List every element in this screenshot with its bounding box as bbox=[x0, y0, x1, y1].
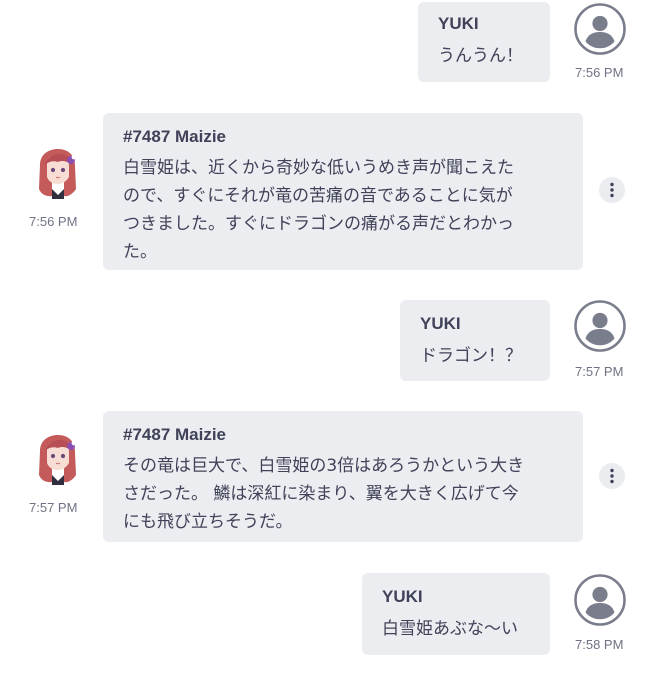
message-bubble: YUKI ドラゴン！？ bbox=[400, 300, 550, 381]
message-bubble: #7487 Maizie その竜は巨大で、白雪姫の3倍はあろうかという大き さだ… bbox=[103, 411, 583, 542]
more-vertical-icon bbox=[610, 182, 614, 198]
message-timestamp: 7:57 PM bbox=[29, 500, 78, 515]
user-avatar-icon bbox=[574, 300, 626, 352]
message-line: その竜は巨大で、白雪姫の3倍はあろうかという大き bbox=[123, 456, 525, 476]
message-text: 白雪姫あぶな〜い bbox=[382, 619, 518, 639]
message-text: うんうん！ bbox=[438, 46, 523, 66]
more-options-button[interactable] bbox=[599, 463, 625, 489]
message-line: 白雪姫は、近くから奇妙な低いうめき声が聞こえた bbox=[123, 158, 514, 178]
message-user: YUKI ドラゴン！？ 7:57 PM bbox=[0, 290, 656, 390]
message-timestamp: 7:57 PM bbox=[575, 364, 624, 379]
message-text: ドラゴン！？ bbox=[420, 346, 522, 366]
more-options-button[interactable] bbox=[599, 177, 625, 203]
anime-girl-avatar bbox=[39, 149, 77, 199]
message-text: 白雪姫は、近くから奇妙な低いうめき声が聞こえた ので、すぐにそれが竜の苦痛の音で… bbox=[123, 154, 583, 266]
sender-name: YUKI bbox=[382, 587, 423, 606]
message-timestamp: 7:56 PM bbox=[575, 65, 624, 80]
message-timestamp: 7:58 PM bbox=[575, 637, 624, 652]
message-user: YUKI 白雪姫あぶな〜い 7:58 PM bbox=[0, 560, 656, 680]
message-bubble: #7487 Maizie 白雪姫は、近くから奇妙な低いうめき声が聞こえた ので、… bbox=[103, 113, 583, 270]
message-line: た。 bbox=[123, 242, 157, 262]
message-user: YUKI うんうん！ 7:56 PM bbox=[0, 0, 656, 90]
message-line: にも飛び立ちそうだ。 bbox=[123, 512, 293, 532]
sender-name: #7487 Maizie bbox=[123, 425, 227, 444]
message-bot: 7:56 PM #7487 Maizie 白雪姫は、近くから奇妙な低いうめき声が… bbox=[0, 100, 656, 280]
sender-name: #7487 Maizie bbox=[123, 127, 227, 146]
anime-girl-avatar bbox=[39, 435, 77, 485]
message-bot: 7:57 PM #7487 Maizie その竜は巨大で、白雪姫の3倍はあろうか… bbox=[0, 400, 656, 550]
message-line: つきました。すぐにドラゴンの痛がる声だとわかっ bbox=[123, 214, 514, 234]
message-line: ので、すぐにそれが竜の苦痛の音であることに気が bbox=[123, 186, 513, 206]
user-avatar-icon bbox=[574, 574, 626, 626]
more-vertical-icon bbox=[610, 468, 614, 484]
message-bubble: YUKI 白雪姫あぶな〜い bbox=[362, 573, 550, 655]
sender-name: YUKI bbox=[438, 14, 479, 33]
sender-name: YUKI bbox=[420, 314, 461, 333]
message-bubble: YUKI うんうん！ bbox=[418, 2, 550, 82]
message-line: さだった。 鱗は深紅に染まり、翼を大きく広げて今 bbox=[123, 484, 519, 504]
message-timestamp: 7:56 PM bbox=[29, 214, 78, 229]
user-avatar-icon bbox=[574, 3, 626, 55]
message-text: その竜は巨大で、白雪姫の3倍はあろうかという大き さだった。 鱗は深紅に染まり、… bbox=[123, 452, 583, 536]
